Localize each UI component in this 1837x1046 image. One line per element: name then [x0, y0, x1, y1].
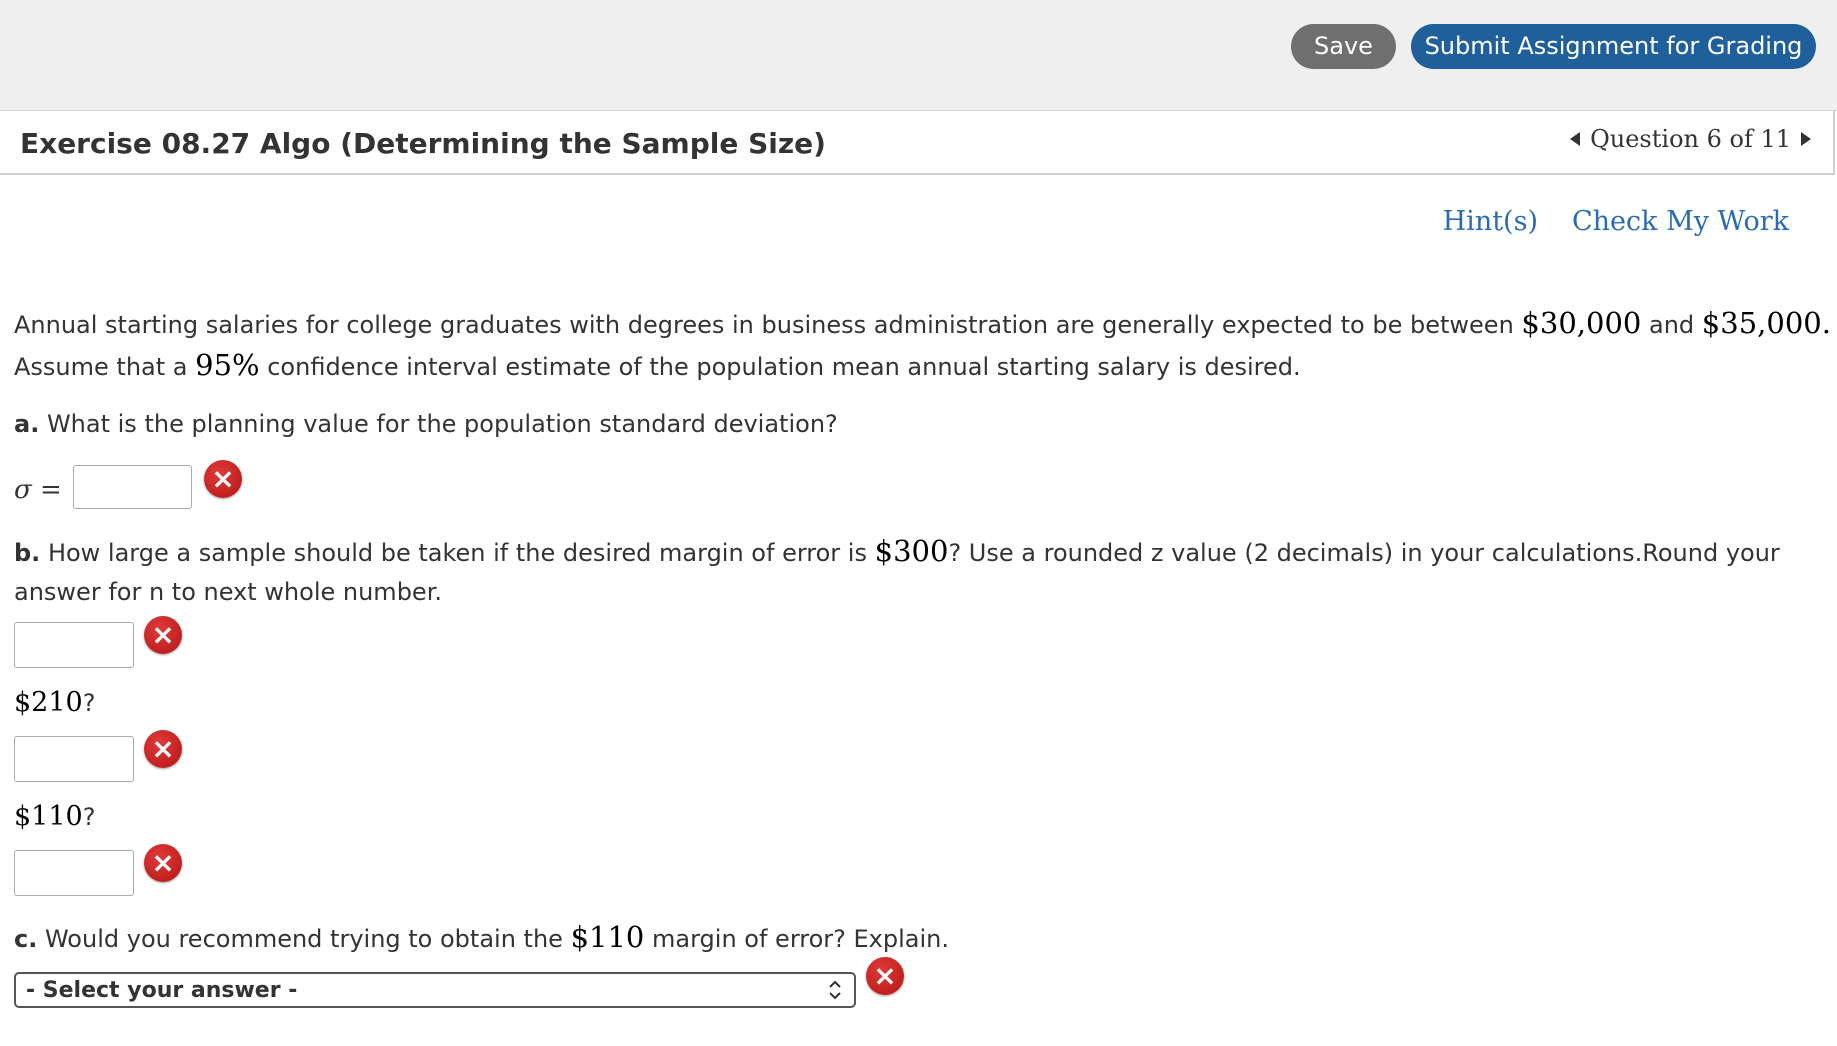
question-counter: Question 6 of 11	[1590, 125, 1791, 153]
margin-110-value: $110	[14, 801, 83, 832]
part-c-question: c. Would you recommend trying to obtain …	[14, 920, 949, 954]
select-value: - Select your answer -	[26, 978, 298, 1003]
margin-110-inline-value: $110	[570, 920, 645, 954]
sample-size-110-input[interactable]	[14, 850, 134, 896]
sigma-label: σ =	[14, 475, 62, 505]
chevron-up-down-icon	[829, 980, 841, 1000]
problem-intro-line-1: Annual starting salaries for college gra…	[14, 306, 1831, 340]
intro-text-2b: confidence interval estimate of the popu…	[267, 353, 1301, 381]
x-circle-icon: ×	[204, 460, 242, 498]
question-tools: Hint(s) Check My Work	[1443, 206, 1789, 237]
margin-300-value: $300	[874, 534, 949, 568]
equals-sign: =	[40, 475, 62, 505]
question-mark: ?	[82, 803, 96, 831]
part-a-text: What is the planning value for the popul…	[46, 410, 838, 438]
previous-question-icon[interactable]	[1570, 132, 1581, 146]
page-title: Exercise 08.27 Algo (Determining the Sam…	[20, 127, 826, 160]
margin-110-label: $110?	[14, 801, 95, 832]
next-question-icon[interactable]	[1801, 132, 1811, 146]
x-circle-icon: ×	[144, 844, 182, 882]
sample-size-300-input[interactable]	[14, 622, 134, 668]
question-navigator: Question 6 of 11	[1570, 125, 1811, 153]
x-circle-icon: ×	[144, 616, 182, 654]
part-b-question-line-2: answer for n to next whole number.	[14, 578, 442, 606]
low-salary-value: $30,000	[1521, 306, 1642, 340]
confidence-level-value: 95%	[195, 348, 260, 382]
x-circle-icon: ×	[866, 957, 904, 995]
period-text: .	[1821, 306, 1831, 340]
x-circle-icon: ×	[144, 730, 182, 768]
part-c-label: c.	[14, 925, 38, 953]
part-b-question-line-1: b. How large a sample should be taken if…	[14, 534, 1780, 568]
top-toolbar: Save Submit Assignment for Grading	[0, 0, 1837, 111]
hints-link[interactable]: Hint(s)	[1443, 206, 1538, 237]
part-b-label: b.	[14, 539, 41, 567]
part-a-question: a. What is the planning value for the po…	[14, 410, 838, 438]
problem-intro-line-2: Assume that a 95% confidence interval es…	[14, 348, 1301, 382]
save-button[interactable]: Save	[1291, 24, 1396, 69]
intro-text: Annual starting salaries for college gra…	[14, 311, 1514, 339]
part-a-label: a.	[14, 410, 40, 438]
sigma-symbol: σ	[14, 475, 32, 505]
part-b-text-2: ? Use a rounded z value (2 decimals) in …	[948, 539, 1780, 567]
and-text: and	[1649, 311, 1695, 339]
part-c-text-1: Would you recommend trying to obtain the	[44, 925, 563, 953]
question-mark: ?	[82, 689, 96, 717]
sigma-answer-input[interactable]	[73, 465, 192, 509]
margin-210-value: $210	[14, 687, 83, 718]
sample-size-210-input[interactable]	[14, 736, 134, 782]
high-salary-value: $35,000	[1701, 306, 1822, 340]
check-my-work-link[interactable]: Check My Work	[1572, 206, 1789, 237]
submit-assignment-button[interactable]: Submit Assignment for Grading	[1411, 24, 1816, 69]
exercise-header: Exercise 08.27 Algo (Determining the Sam…	[0, 111, 1835, 175]
part-c-text-2: margin of error? Explain.	[652, 925, 950, 953]
answer-select[interactable]: - Select your answer -	[14, 972, 856, 1008]
intro-text-2a: Assume that a	[14, 353, 188, 381]
margin-210-label: $210?	[14, 687, 95, 718]
part-b-text-1: How large a sample should be taken if th…	[47, 539, 867, 567]
